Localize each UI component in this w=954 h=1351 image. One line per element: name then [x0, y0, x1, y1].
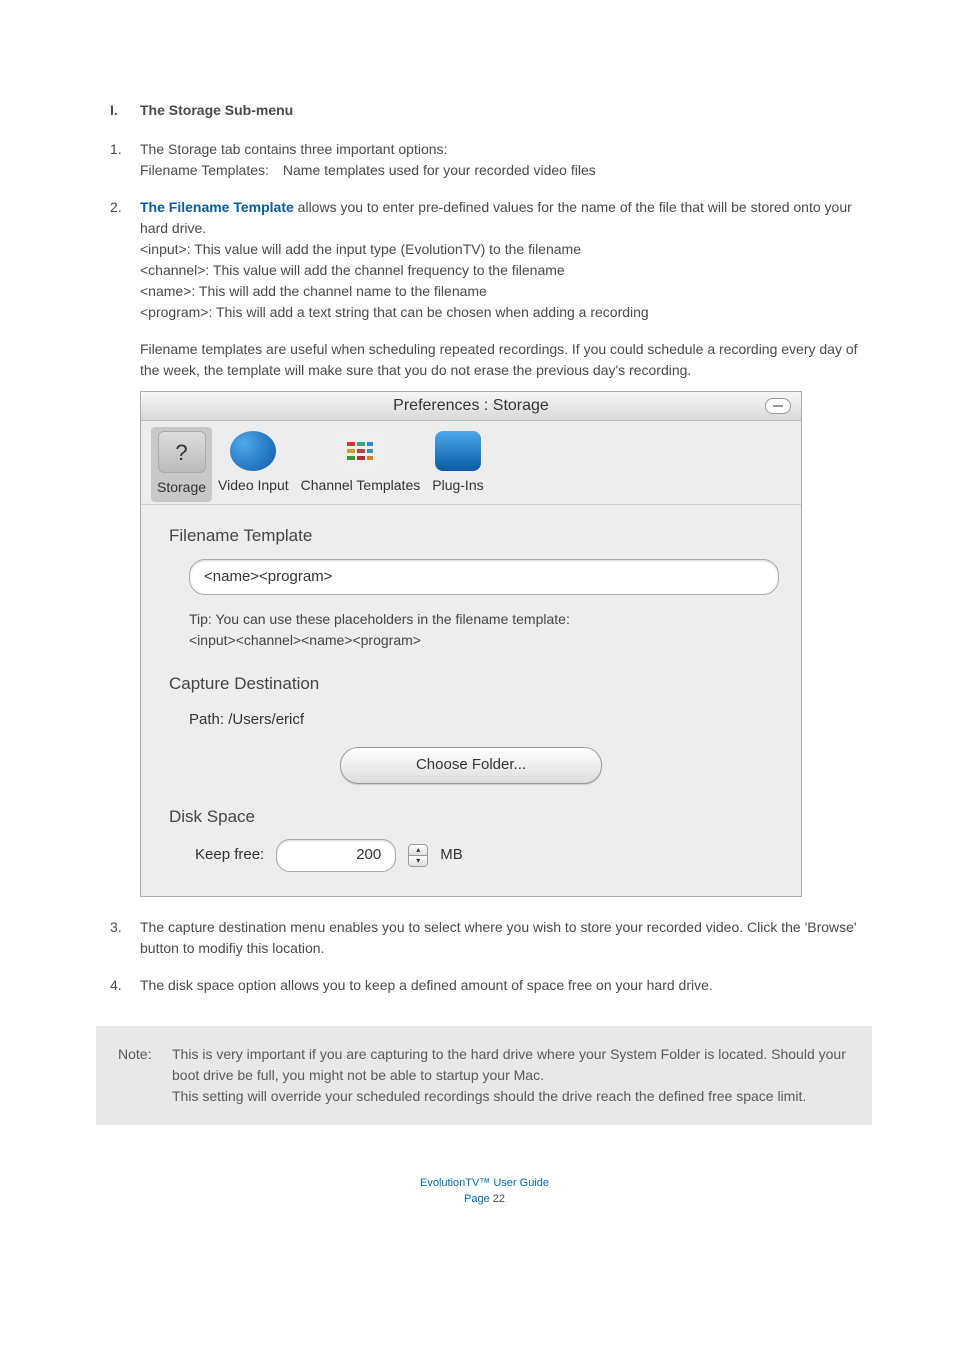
- tab-plug-ins[interactable]: Plug-Ins: [432, 431, 483, 498]
- choose-folder-button[interactable]: Choose Folder...: [340, 747, 602, 784]
- disk-space-label: Disk Space: [169, 804, 773, 830]
- item-number: 1.: [110, 139, 140, 181]
- body-text: The capture destination menu enables you…: [140, 917, 859, 959]
- tab-label: Video Input: [218, 475, 289, 496]
- note-body: This is very important if you are captur…: [172, 1044, 850, 1107]
- stepper-up-icon[interactable]: ▴: [409, 845, 427, 855]
- footer-page-label: Page: [464, 1193, 493, 1205]
- window-title: Preferences : Storage: [393, 397, 549, 414]
- channel-templates-icon: [337, 431, 383, 471]
- keep-free-label: Keep free:: [195, 844, 264, 867]
- tab-label: Storage: [157, 477, 206, 498]
- tab-label: Plug-Ins: [432, 475, 483, 496]
- window-pill-icon[interactable]: [765, 398, 791, 414]
- body-text: <channel>: This value will add the chann…: [140, 260, 859, 281]
- filename-template-label: Filename Template: [169, 523, 773, 549]
- plug-ins-icon: [435, 431, 481, 471]
- window-title-bar: Preferences : Storage: [141, 392, 801, 421]
- footer-page-number: 22: [493, 1193, 505, 1205]
- tip-text: Tip: You can use these placeholders in t…: [189, 609, 773, 630]
- keep-free-stepper[interactable]: ▴ ▾: [408, 844, 428, 867]
- item-number: 2.: [110, 197, 140, 323]
- stepper-down-icon[interactable]: ▾: [409, 855, 427, 866]
- item-number: 4.: [110, 975, 140, 996]
- keep-free-input[interactable]: 200: [276, 839, 396, 872]
- body-text: <name>: This will add the channel name t…: [140, 281, 859, 302]
- path-label: Path:: [189, 711, 224, 728]
- body-text: The Storage tab contains three important…: [140, 139, 859, 160]
- body-text: <input>: This value will add the input t…: [140, 239, 859, 260]
- note-box: Note: This is very important if you are …: [96, 1026, 872, 1125]
- page-footer: EvolutionTV™ User Guide Page 22: [110, 1175, 859, 1208]
- video-input-icon: [230, 431, 276, 471]
- tab-label: Channel Templates: [301, 475, 421, 496]
- item-number: 3.: [110, 917, 140, 959]
- body-text: The disk space option allows you to keep…: [140, 975, 859, 996]
- body-text: <program>: This will add a text string t…: [140, 302, 859, 323]
- tab-channel-templates[interactable]: Channel Templates: [301, 431, 421, 498]
- preferences-window: Preferences : Storage ? Storage Video In…: [140, 391, 802, 897]
- filename-template-input[interactable]: <name><program>: [189, 559, 779, 596]
- capture-destination-label: Capture Destination: [169, 671, 773, 697]
- section-marker: I.: [110, 100, 140, 121]
- tab-storage[interactable]: ? Storage: [151, 427, 212, 502]
- footer-title: EvolutionTV™ User Guide: [110, 1175, 859, 1192]
- note-label: Note:: [118, 1044, 172, 1107]
- tip-text: <input><channel><name><program>: [189, 630, 773, 651]
- storage-icon: ?: [158, 431, 206, 473]
- path-value: /Users/ericf: [228, 711, 304, 728]
- body-text: Filename Templates: Name templates used …: [140, 160, 859, 181]
- body-text: Filename templates are useful when sched…: [140, 339, 859, 381]
- tab-video-input[interactable]: Video Input: [218, 431, 289, 498]
- keep-free-unit: MB: [440, 844, 463, 867]
- section-title: The Storage Sub-menu: [140, 100, 859, 121]
- filename-template-bold: The Filename Template: [140, 199, 294, 215]
- preferences-toolbar: ? Storage Video Input Channel Templates …: [141, 421, 801, 504]
